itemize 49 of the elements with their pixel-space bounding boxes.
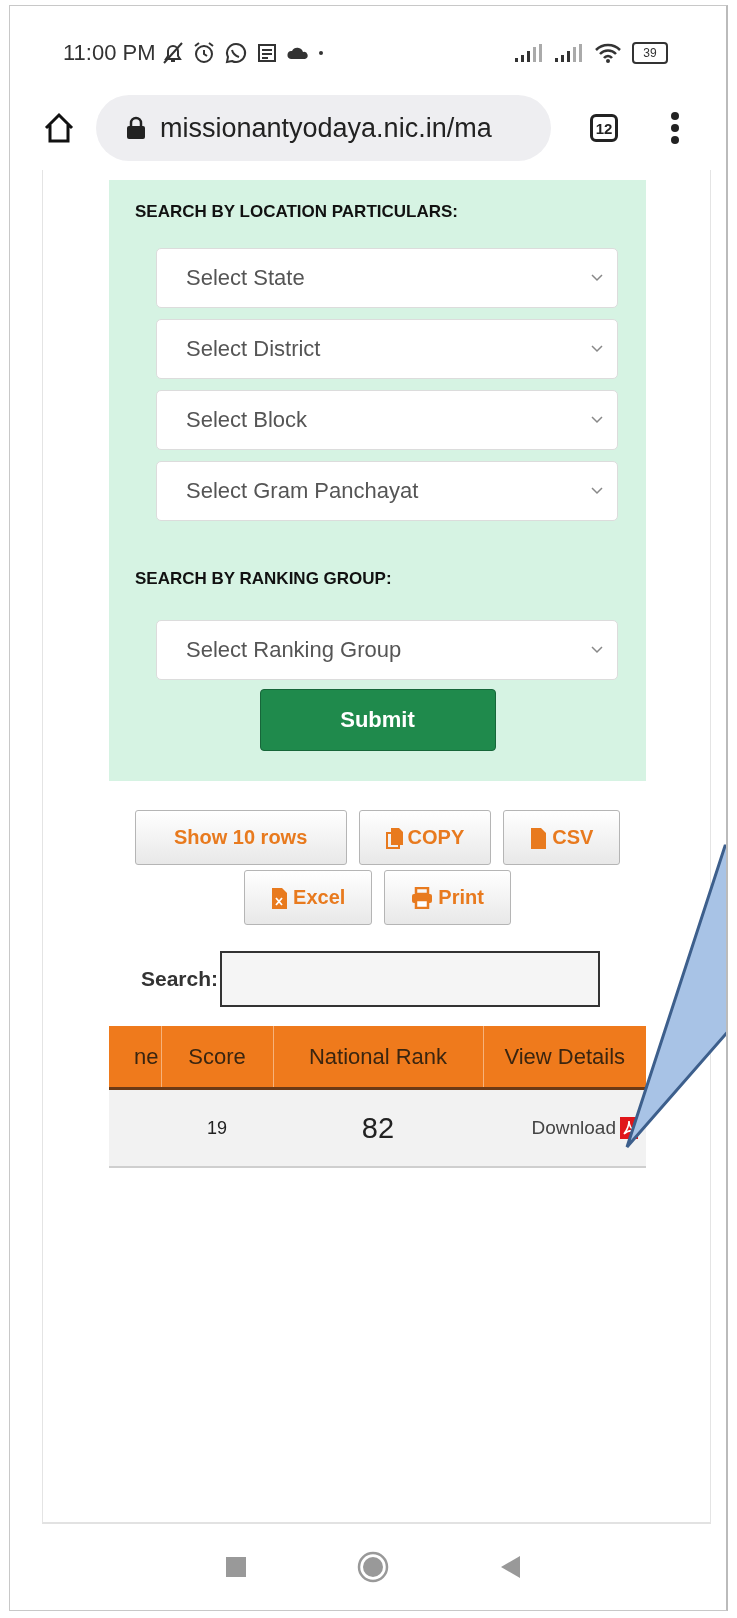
chevron-icon — [591, 487, 603, 495]
url-text: missionantyodaya.nic.in/ma — [160, 112, 492, 144]
export-button[interactable]: CSV — [503, 810, 621, 865]
bell-muted-icon — [161, 41, 184, 65]
print-icon — [411, 886, 434, 909]
cloud-icon — [285, 45, 310, 61]
back-triangle-icon[interactable] — [500, 1556, 521, 1578]
column-header[interactable]: National Rank — [273, 1026, 483, 1089]
search-field[interactable] — [220, 951, 601, 1007]
more-menu-icon[interactable] — [670, 112, 680, 144]
section-heading: SEARCH BY RANKING GROUP: — [135, 569, 393, 589]
address-bar[interactable]: missionantyodaya.nic.in/ma — [96, 95, 551, 161]
export-button[interactable]: Print — [384, 870, 511, 925]
select-dropdown[interactable]: Select District — [156, 319, 618, 379]
submit-button[interactable]: Submit — [259, 689, 496, 751]
chat-bubble-icon — [223, 41, 248, 65]
home-icon[interactable] — [42, 111, 76, 145]
chevron-icon — [591, 416, 603, 424]
select-dropdown[interactable]: Select Ranking Group — [156, 620, 618, 680]
column-header[interactable]: Score — [161, 1026, 273, 1089]
chevron-icon — [591, 345, 603, 353]
status-time: 11:00 PM — [63, 40, 156, 66]
select-dropdown[interactable]: Select State — [156, 248, 618, 308]
section-heading: SEARCH BY LOCATION PARTICULARS: — [135, 202, 459, 222]
column-header[interactable]: ne — [109, 1026, 161, 1089]
excel-file-icon — [271, 886, 289, 909]
chevron-icon — [591, 646, 603, 654]
signal-icon — [554, 43, 584, 63]
search-label: Search: — [141, 967, 219, 991]
news-icon — [255, 42, 278, 64]
export-button[interactable]: Excel — [244, 870, 373, 925]
battery-level: 39 — [632, 42, 668, 64]
tab-count-button[interactable]: 12 — [590, 114, 618, 142]
select-dropdown[interactable]: Select Gram Panchayat — [156, 461, 618, 521]
square-nav-icon[interactable] — [225, 1557, 246, 1577]
signal-icon — [514, 43, 544, 63]
circle-nav-icon[interactable] — [357, 1551, 389, 1583]
export-button[interactable]: COPY — [358, 810, 492, 865]
table-cell: 19 — [161, 1088, 273, 1167]
copy-icon — [385, 826, 403, 849]
select-dropdown[interactable]: Select Block — [156, 390, 618, 450]
lock-icon — [126, 116, 146, 140]
dot-icon — [317, 50, 324, 56]
column-header[interactable]: View Details — [483, 1026, 646, 1089]
wifi-icon — [594, 42, 622, 64]
file-icon — [530, 826, 548, 849]
table-cell: 82 — [273, 1088, 483, 1167]
export-button[interactable]: Show 10 rows — [134, 810, 347, 865]
chevron-icon — [591, 274, 603, 282]
